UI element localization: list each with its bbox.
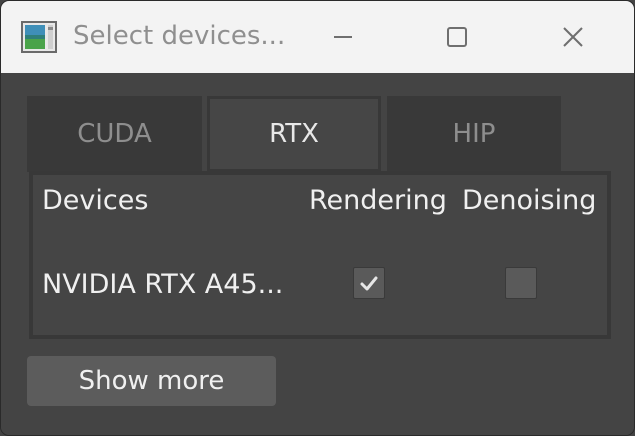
denoising-header: Denoising [462, 185, 597, 216]
tab-cuda[interactable]: CUDA [27, 96, 202, 172]
maximize-icon [447, 27, 467, 47]
minimize-icon [334, 36, 352, 38]
window-title: Select devices... [73, 21, 286, 51]
maximize-button[interactable] [433, 17, 481, 57]
rendering-checkbox[interactable] [353, 267, 385, 299]
select-devices-window: Select devices... CUDA RTX HIP Devices R… [0, 0, 635, 436]
tab-hip[interactable]: HIP [387, 96, 561, 172]
app-icon [21, 21, 57, 53]
devices-header: Devices [42, 185, 149, 216]
minimize-button[interactable] [319, 17, 367, 57]
close-icon [563, 27, 583, 47]
show-more-button[interactable]: Show more [27, 356, 276, 406]
checkmark-icon [360, 276, 378, 291]
tab-rtx[interactable]: RTX [207, 96, 381, 172]
close-button[interactable] [549, 17, 597, 57]
title-bar[interactable]: Select devices... [1, 1, 634, 73]
denoising-checkbox[interactable] [505, 267, 537, 299]
device-name: NVIDIA RTX A45... [42, 269, 284, 300]
dialog-content: CUDA RTX HIP Devices Rendering Denoising… [1, 73, 634, 435]
rendering-header: Rendering [309, 185, 447, 216]
